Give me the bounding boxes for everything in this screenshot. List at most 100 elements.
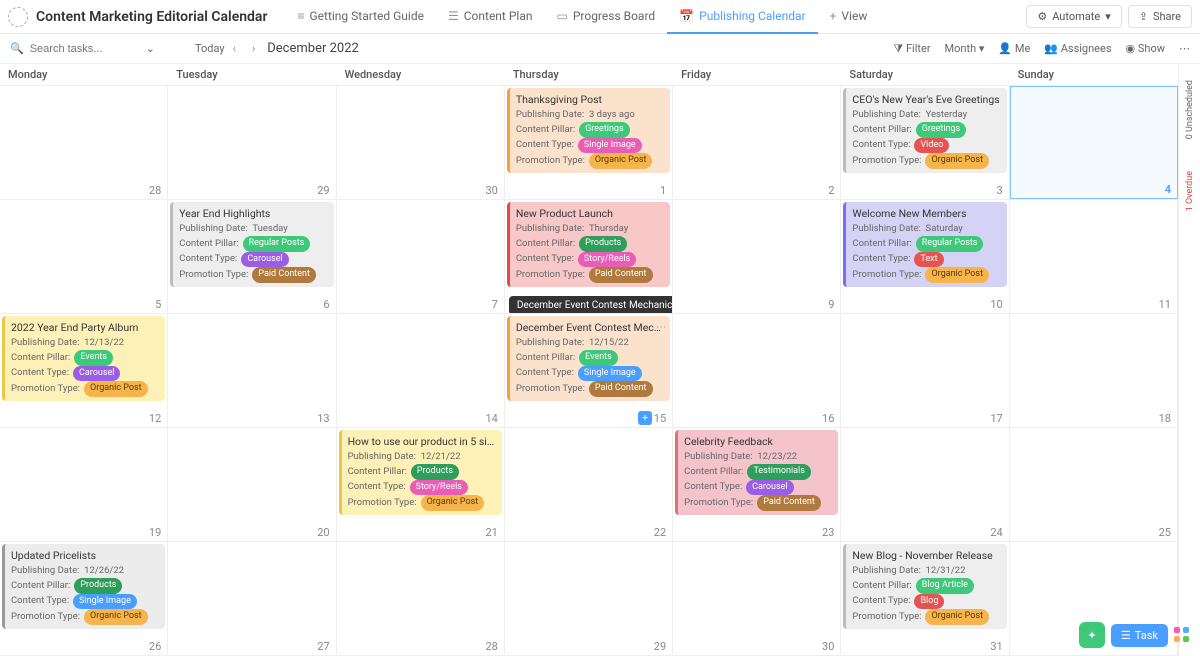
overdue-tab[interactable]: 1 Overdue bbox=[1185, 165, 1195, 217]
search-chevron-icon[interactable]: ⌄ bbox=[146, 42, 155, 55]
calendar-cell[interactable]: 19 bbox=[0, 428, 168, 541]
calendar-cell[interactable]: 28 bbox=[0, 86, 168, 199]
month-dropdown[interactable]: Month ▾ bbox=[945, 42, 985, 55]
card-promo: Promotion Type: Organic Post bbox=[11, 609, 159, 625]
calendar-cell[interactable]: 5 bbox=[0, 200, 168, 313]
share-label: Share bbox=[1153, 10, 1181, 23]
calendar-cell[interactable]: 17 bbox=[841, 314, 1009, 427]
calendar-cell[interactable]: How to use our product in 5 simple st Pu… bbox=[337, 428, 505, 541]
day-header: Friday bbox=[673, 64, 841, 85]
calendar-cell[interactable]: Welcome New Members Publishing Date: Sat… bbox=[841, 200, 1009, 313]
event-card[interactable]: ⋯ December Event Contest Mechan Publishi… bbox=[507, 316, 670, 401]
unscheduled-tab[interactable]: 0 Unscheduled bbox=[1185, 74, 1195, 145]
automate-button[interactable]: ⚙ Automate ▾ bbox=[1026, 5, 1121, 28]
pillar-tag: Events bbox=[74, 350, 113, 366]
calendar-cell[interactable]: 2 bbox=[673, 86, 841, 199]
calendar-cell[interactable]: New Product Launch Publishing Date: Thur… bbox=[505, 200, 673, 313]
card-type: Content Type: Story/Reels bbox=[516, 252, 664, 268]
calendar-cell[interactable]: 24 bbox=[841, 428, 1009, 541]
calendar-cell[interactable]: 20 bbox=[168, 428, 336, 541]
calendar-cell[interactable]: 30 bbox=[337, 86, 505, 199]
search-wrap: 🔍 ⌄ bbox=[10, 42, 165, 55]
event-card[interactable]: New Product Launch Publishing Date: Thur… bbox=[507, 202, 670, 287]
card-pillar: Content Pillar: Products bbox=[11, 578, 159, 594]
tab-publishing-calendar[interactable]: 📅Publishing Calendar bbox=[667, 0, 817, 34]
card-pub-date: Publishing Date: 12/13/22 bbox=[11, 336, 159, 350]
record-button[interactable]: ✦ bbox=[1079, 622, 1105, 648]
tab-label: View bbox=[841, 9, 867, 23]
calendar-cell[interactable]: Year End Highlights Publishing Date: Tue… bbox=[168, 200, 336, 313]
calendar-cell[interactable]: 29 bbox=[505, 542, 673, 655]
day-header: Sunday bbox=[1010, 64, 1178, 85]
card-more-icon[interactable]: ⋯ bbox=[656, 320, 666, 335]
calendar-cell[interactable]: 27 bbox=[168, 542, 336, 655]
pillar-tag: Events bbox=[579, 350, 618, 366]
event-card[interactable]: CEO's New Year's Eve Greetings Publishin… bbox=[843, 88, 1006, 173]
calendar-cell[interactable]: Updated Pricelists Publishing Date: 12/2… bbox=[0, 542, 168, 655]
tab-label: Publishing Calendar bbox=[699, 9, 805, 23]
search-input[interactable] bbox=[30, 43, 140, 55]
calendar-cell[interactable]: 28 bbox=[337, 542, 505, 655]
calendar-cell[interactable]: 14 bbox=[337, 314, 505, 427]
event-card[interactable]: Thanksgiving Post Publishing Date: 3 day… bbox=[507, 88, 670, 173]
calendar-cell[interactable]: Celebrity Feedback Publishing Date: 12/2… bbox=[673, 428, 841, 541]
event-card[interactable]: Welcome New Members Publishing Date: Sat… bbox=[843, 202, 1006, 287]
today-button[interactable]: Today bbox=[195, 42, 225, 55]
filter-button[interactable]: ⧩ Filter bbox=[893, 42, 930, 56]
assignees-filter[interactable]: 👥 Assignees bbox=[1044, 42, 1111, 55]
show-label: Show bbox=[1138, 42, 1165, 55]
tab-getting-started-guide[interactable]: ≡Getting Started Guide bbox=[285, 0, 435, 33]
add-event-button[interactable]: + bbox=[638, 411, 652, 425]
calendar-cell[interactable]: Thanksgiving Post Publishing Date: 3 day… bbox=[505, 86, 673, 199]
card-pub-date: Publishing Date: Thursday bbox=[516, 222, 664, 236]
new-task-button[interactable]: ☰ Task bbox=[1111, 624, 1168, 647]
tab-view[interactable]: +View bbox=[818, 0, 880, 33]
day-number: 20 bbox=[317, 526, 329, 539]
next-month-button[interactable]: › bbox=[244, 42, 263, 55]
toolbar: 🔍 ⌄ Today ‹ › December 2022 ⧩ Filter Mon… bbox=[0, 34, 1200, 64]
event-card[interactable]: Updated Pricelists Publishing Date: 12/2… bbox=[2, 544, 165, 629]
card-pillar: Content Pillar: Blog Article bbox=[852, 578, 1000, 594]
apps-grid-icon[interactable] bbox=[1174, 627, 1190, 643]
share-button[interactable]: ⇪ Share bbox=[1128, 5, 1192, 28]
event-card[interactable]: Year End Highlights Publishing Date: Tue… bbox=[170, 202, 333, 287]
pillar-tag: Greetings bbox=[916, 122, 966, 138]
day-number: 12 bbox=[149, 412, 161, 425]
calendar-cell[interactable]: 18 bbox=[1010, 314, 1178, 427]
calendar-cell[interactable]: 7 bbox=[337, 200, 505, 313]
calendar-cell[interactable]: 2022 Year End Party Album Publishing Dat… bbox=[0, 314, 168, 427]
calendar-cell[interactable]: 25 bbox=[1010, 428, 1178, 541]
type-tag: Story/Reels bbox=[578, 252, 636, 268]
calendar-cell[interactable]: 13 bbox=[168, 314, 336, 427]
day-number: 5 bbox=[155, 298, 161, 311]
calendar-cell[interactable]: 22 bbox=[505, 428, 673, 541]
automate-label: Automate bbox=[1052, 10, 1100, 23]
event-card[interactable]: 2022 Year End Party Album Publishing Dat… bbox=[2, 316, 165, 401]
calendar-cell[interactable]: 4 bbox=[1010, 86, 1178, 199]
calendar-cell[interactable]: 11 bbox=[1010, 200, 1178, 313]
calendar-cell[interactable]: 9 bbox=[673, 200, 841, 313]
event-card[interactable]: Celebrity Feedback Publishing Date: 12/2… bbox=[675, 430, 838, 515]
calendar-cell[interactable]: 30 bbox=[673, 542, 841, 655]
day-number: 24 bbox=[990, 526, 1002, 539]
pillar-tag: Testimonials bbox=[747, 464, 810, 480]
more-icon[interactable]: ⋯ bbox=[1179, 42, 1190, 55]
day-number: 14 bbox=[485, 412, 497, 425]
card-pillar: Content Pillar: Events bbox=[516, 350, 664, 366]
me-filter[interactable]: 👤 Me bbox=[998, 42, 1030, 55]
search-icon: 🔍 bbox=[10, 42, 24, 55]
prev-month-button[interactable]: ‹ bbox=[225, 42, 244, 55]
calendar-cell[interactable]: ⋯ December Event Contest Mechan Publishi… bbox=[505, 314, 673, 427]
day-number: 28 bbox=[149, 184, 161, 197]
workspace-icon bbox=[8, 7, 28, 27]
show-button[interactable]: ◉ Show bbox=[1126, 42, 1165, 55]
event-card[interactable]: New Blog - November Release Publishing D… bbox=[843, 544, 1006, 629]
card-title: CEO's New Year's Eve Greetings bbox=[852, 92, 1000, 108]
calendar-cell[interactable]: New Blog - November Release Publishing D… bbox=[841, 542, 1009, 655]
tab-content-plan[interactable]: ☰Content Plan bbox=[436, 0, 545, 33]
event-card[interactable]: How to use our product in 5 simple st Pu… bbox=[339, 430, 502, 515]
calendar-cell[interactable]: 16 bbox=[673, 314, 841, 427]
calendar-cell[interactable]: 29 bbox=[168, 86, 336, 199]
calendar-cell[interactable]: CEO's New Year's Eve Greetings Publishin… bbox=[841, 86, 1009, 199]
tab-progress-board[interactable]: ▭Progress Board bbox=[544, 0, 667, 33]
